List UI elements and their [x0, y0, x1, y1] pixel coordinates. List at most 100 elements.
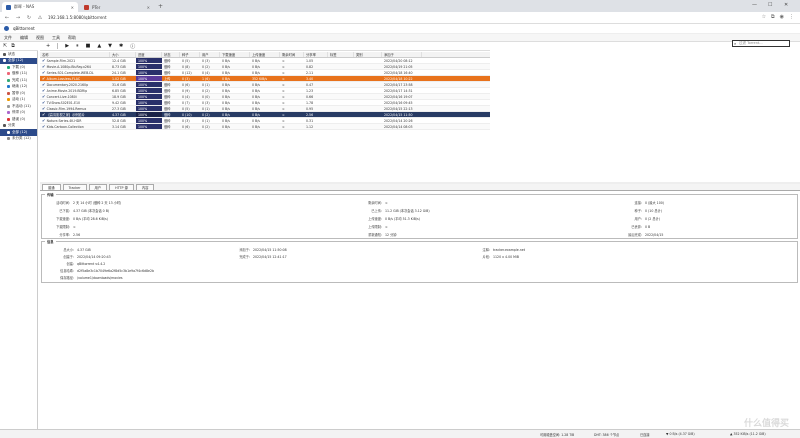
column-header[interactable]: 分享率 [304, 52, 328, 57]
cell-peers: 0 (0) [202, 95, 210, 99]
close-tab-icon[interactable]: ✕ [147, 5, 150, 10]
reload-icon[interactable]: ↻ [26, 15, 32, 21]
pause-icon[interactable]: ⏸ [76, 43, 79, 49]
tab-label: PTer [92, 4, 101, 10]
filter-status-icon [7, 137, 10, 141]
column-header[interactable]: 标签 [328, 52, 354, 57]
browser-tab-inactive[interactable]: PTer ✕ [80, 2, 154, 12]
info-field: 创建于: 2022/04/14 09:20:43 [46, 254, 110, 259]
browser-menu-icon[interactable]: ⋮ [789, 14, 794, 20]
cell-cat [354, 118, 382, 123]
copy-icon[interactable]: ⧉ [11, 43, 15, 49]
field-value: ∞ [385, 201, 388, 205]
cursor-icon[interactable]: ⇱ [3, 43, 7, 49]
detail-tab[interactable]: 用户 [88, 184, 108, 190]
back-icon[interactable]: ← [4, 15, 10, 21]
column-header[interactable]: 状态 [162, 52, 180, 57]
status-download[interactable]: ▼ 0 B/s (4.37 GiB) [666, 432, 695, 436]
cell-cat [354, 94, 382, 99]
status-upload[interactable]: ▲ 352 KiB/s (11.2 GiB) [730, 432, 766, 436]
field-label: 创建: [66, 262, 74, 266]
menu-edit[interactable]: 编辑 [20, 35, 28, 41]
filter-search-input[interactable]: ⌕ 过滤 Torrent... [732, 40, 790, 47]
star-icon[interactable]: ☆ [762, 14, 766, 20]
cell-size: 6.85 GiB [112, 89, 126, 93]
column-header[interactable]: 名称 [40, 52, 110, 57]
add-torrent-icon[interactable]: + [46, 43, 50, 49]
cell-added: 2022/04/15 11:50 [384, 113, 413, 117]
cell-tag [328, 58, 354, 63]
cell-name: ✔ Series.S01.Complete.WEB-DL [40, 70, 110, 75]
sidebar-item[interactable]: 未分类 (12) [0, 136, 37, 143]
resume-icon[interactable]: ▶ [65, 43, 69, 49]
column-header[interactable]: 进度 [136, 52, 162, 57]
cell-seeds: 0 (5) [182, 59, 190, 63]
cell-seeds: 0 (6) [182, 125, 190, 129]
cell-eta: ∞ [282, 89, 285, 93]
transfer-field: 已下载: 4.37 GiB (本次会话 0 B) [46, 208, 109, 213]
column-header[interactable]: 添加于 [382, 52, 422, 57]
browser-tab-active[interactable]: 群晖 - NAS ✕ [2, 2, 78, 12]
cell-cat [354, 82, 382, 87]
move-up-icon[interactable]: ▲ [97, 43, 101, 49]
transfer-field: 种子: 0 (10 总计) [602, 208, 662, 213]
cell-tag [328, 88, 354, 93]
profile-icon[interactable]: ◉ [780, 14, 784, 20]
detail-tab[interactable]: 内容 [135, 184, 155, 190]
torrent-name: Kids.Cartoon.Collection [46, 125, 84, 129]
transfer-field: 下载速度: 0 B/s (平均 28.6 KiB/s) [46, 216, 108, 221]
extensions-icon[interactable]: ⧉ [771, 14, 775, 20]
move-down-icon[interactable]: ▼ [108, 43, 112, 49]
url-field[interactable]: 192.168.1.5:8080/qbittorrent [48, 15, 107, 20]
sidebar-item-label: 暂停 (0) [12, 90, 26, 95]
cell-seeds: 0 (3) [182, 119, 190, 123]
detail-tab[interactable]: HTTP 源 [109, 184, 134, 190]
delete-icon[interactable]: ■ [86, 43, 91, 49]
info-icon[interactable]: ⓘ [130, 43, 135, 50]
column-header[interactable]: 剩余时间 [280, 52, 304, 57]
detail-tab[interactable]: Tracker [62, 184, 87, 190]
column-header[interactable]: 下载速度 [220, 52, 250, 57]
field-value: 1120 x 4.00 MiB [493, 255, 519, 259]
filter-status-icon [7, 65, 10, 69]
detail-tab[interactable]: 普通 [42, 184, 61, 190]
minimize-button[interactable]: — [752, 2, 757, 8]
cell-name: ✔ TV.Show.S02E01-E10 [40, 100, 110, 105]
column-header[interactable]: 大小 [110, 52, 136, 57]
menu-help[interactable]: 帮助 [68, 35, 76, 41]
field-value: 0 B [645, 225, 651, 229]
sidebar-item-label: 全部 (12) [12, 129, 28, 134]
cell-added: 2022/04/18 16:40 [384, 71, 413, 75]
close-window-button[interactable]: ✕ [784, 2, 788, 8]
maximize-button[interactable]: ☐ [768, 2, 772, 8]
cell-name: ✔ Anime.Movie.2019.BDRip [40, 88, 110, 93]
cell-name: ✔ Classic.Film.1994.Remux [40, 106, 110, 111]
cell-ratio: 1.78 [306, 101, 314, 105]
menu-view[interactable]: 视图 [36, 35, 44, 41]
column-header[interactable]: 种子 [180, 52, 200, 57]
new-tab-button[interactable]: + [158, 3, 163, 10]
table-row[interactable]: ✔ Kids.Cartoon.Collection 3.14 GiB 100% 做种 0… [40, 124, 490, 130]
column-header[interactable]: 类别 [354, 52, 382, 57]
cell-down: 0 B/s [222, 113, 230, 117]
forward-icon[interactable]: → [15, 15, 21, 21]
menu-file[interactable]: 文件 [4, 35, 12, 41]
column-header[interactable]: 用户 [200, 52, 220, 57]
field-value: 2 天 14 小时 (做种 2 天 13 小时) [73, 201, 122, 205]
info-field: 完成于: 2022/04/15 12:41:17 [222, 254, 286, 259]
cell-cat [354, 64, 382, 69]
status-connection[interactable]: 已连接 [640, 432, 650, 437]
torrent-name: Series.S01.Complete.WEB-DL [46, 71, 94, 75]
cell-seeds: 0 (5) [182, 107, 190, 111]
column-header[interactable]: 上传速度 [250, 52, 280, 57]
cell-peers: 0 (2) [202, 125, 210, 129]
settings-icon[interactable]: ✱ [119, 43, 123, 49]
field-value: 0 B/s (平均 51.3 KiB/s) [385, 217, 420, 221]
cell-up: 0 B/s [252, 95, 260, 99]
cell-progress: 100% [136, 70, 162, 75]
menu-tools[interactable]: 工具 [52, 35, 60, 41]
close-tab-icon[interactable]: ✕ [71, 5, 74, 10]
field-label: 剩余时间: [368, 201, 382, 205]
cell-tag [328, 64, 354, 69]
sidebar-item-label: 下载 (0) [12, 64, 26, 69]
